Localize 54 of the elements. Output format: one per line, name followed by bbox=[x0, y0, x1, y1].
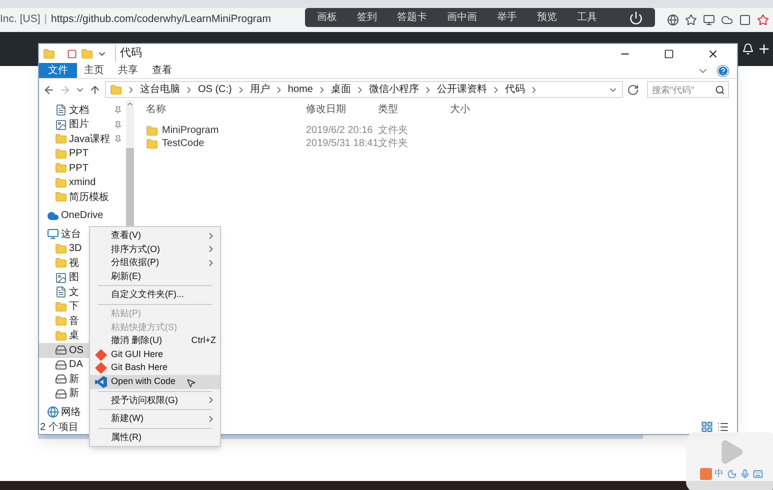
column-header[interactable]: 大小 bbox=[450, 102, 510, 116]
nav-item[interactable]: 文档 bbox=[39, 103, 126, 118]
status-text: 2 个项目 bbox=[40, 420, 78, 434]
url-text[interactable]: https://github.com/coderwhy/LearnMiniProgram bbox=[51, 12, 272, 28]
ribbon-tab[interactable]: 查看 bbox=[145, 63, 179, 78]
menu-item[interactable]: 查看(V) bbox=[90, 229, 220, 243]
menu-item[interactable]: 自定义文件夹(F)... bbox=[90, 288, 220, 302]
nav-item[interactable]: Java课程 bbox=[39, 132, 126, 146]
file-name[interactable]: MiniProgram bbox=[162, 123, 219, 138]
search-field[interactable]: 搜索"代码" bbox=[647, 81, 729, 98]
breadcrumb-item[interactable]: 公开课资料 bbox=[436, 82, 487, 97]
file-type: 文件夹 bbox=[378, 136, 409, 151]
menu-item[interactable]: Git Bash Here bbox=[90, 361, 220, 375]
modified-date: 2019/6/2 20:16 bbox=[306, 124, 374, 138]
toolbar-button[interactable]: 举手 bbox=[497, 10, 517, 25]
nav-item[interactable]: OneDrive bbox=[39, 208, 126, 223]
toolbar-button[interactable]: 画板 bbox=[317, 10, 337, 25]
breadcrumb-item[interactable]: 桌面 bbox=[330, 82, 351, 97]
menu-item[interactable]: 新建(W) bbox=[90, 412, 220, 426]
breadcrumb-item[interactable]: 这台电脑 bbox=[140, 82, 180, 97]
separator-text: | bbox=[44, 12, 47, 28]
ribbon-tab[interactable]: 共享 bbox=[111, 63, 145, 78]
ribbon-tab[interactable]: 主页 bbox=[77, 63, 111, 78]
toolbar-button[interactable]: 答题卡 bbox=[397, 10, 427, 25]
menu-item[interactable]: 分组依据(P) bbox=[90, 256, 220, 270]
breadcrumb-item[interactable]: 用户 bbox=[250, 82, 270, 97]
file-name[interactable]: TestCode bbox=[162, 136, 204, 151]
column-header[interactable]: 类型 bbox=[378, 102, 450, 116]
menu-item[interactable]: 授予访问权限(G) bbox=[90, 394, 220, 408]
site-label: Inc. [US] bbox=[0, 12, 40, 28]
toolbar-button[interactable]: 签到 bbox=[357, 10, 377, 25]
file-type: 文件夹 bbox=[378, 124, 409, 138]
toolbar-button[interactable]: 工具 bbox=[577, 10, 597, 25]
menu-item[interactable]: Open with Code bbox=[90, 374, 220, 389]
breadcrumb-item[interactable]: home bbox=[288, 82, 313, 97]
nav-item[interactable]: PPT bbox=[39, 161, 126, 176]
column-header[interactable]: 修改日期 bbox=[306, 102, 378, 116]
address-field[interactable]: 这台电脑 OS (C:) 用户 home 桌面 微信小程序 公开课资料 代码 bbox=[105, 81, 623, 98]
column-header[interactable]: 名称 bbox=[146, 102, 306, 116]
breadcrumb-item[interactable]: 代码 bbox=[504, 82, 525, 97]
breadcrumb-item[interactable]: OS (C:) bbox=[198, 82, 232, 97]
ribbon-tab[interactable]: 文件 bbox=[39, 63, 77, 78]
nav-item[interactable]: 简历模板 bbox=[39, 190, 126, 204]
window-title: 代码 bbox=[115, 45, 142, 62]
breadcrumb-item[interactable]: 微信小程序 bbox=[368, 82, 419, 97]
menu-item[interactable]: 排序方式(O) bbox=[90, 242, 220, 256]
toolbar-button[interactable]: 画中画 bbox=[447, 10, 477, 25]
menu-item[interactable]: 刷新(E) bbox=[90, 270, 220, 284]
modified-date: 2019/5/31 18:41 bbox=[306, 138, 378, 151]
nav-item[interactable]: PPT bbox=[39, 146, 126, 161]
toolbar-button[interactable]: 预览 bbox=[537, 10, 557, 25]
nav-item[interactable]: xmind bbox=[39, 176, 126, 190]
menu-item[interactable]: 属性(R) bbox=[90, 430, 220, 444]
nav-item[interactable]: 图片 bbox=[39, 118, 126, 132]
